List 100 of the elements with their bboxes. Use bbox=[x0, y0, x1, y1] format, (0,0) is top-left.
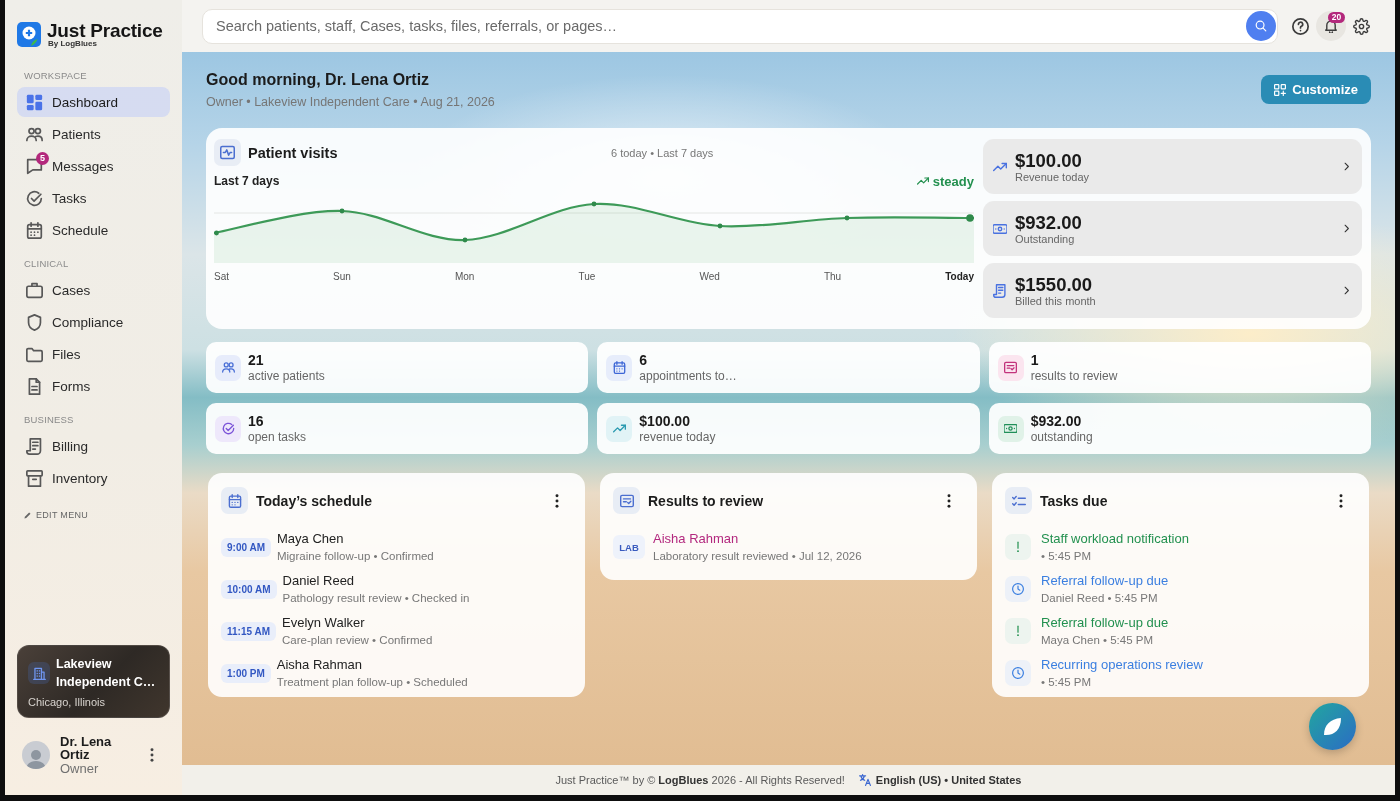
metric-card[interactable]: $100.00 Revenue today bbox=[983, 139, 1362, 194]
appointment-detail: Care-plan review • Confirmed bbox=[282, 633, 433, 647]
more-icon[interactable] bbox=[555, 493, 559, 508]
metric-card[interactable]: $1550.00 Billed this month bbox=[983, 263, 1362, 318]
customize-button[interactable]: Customize bbox=[1261, 75, 1371, 104]
section-label: WORKSPACE bbox=[23, 70, 87, 82]
brand-byline: By LogBlues bbox=[48, 39, 97, 48]
clinic-card[interactable]: Lakeview Independent C… Chicago, Illinois bbox=[17, 645, 170, 718]
time-tag: 10:00 AM bbox=[221, 579, 277, 599]
chevron-right-icon bbox=[1344, 286, 1350, 295]
user-role: Owner bbox=[60, 761, 99, 776]
sidebar-item[interactable]: Forms bbox=[17, 371, 170, 401]
logo-icon bbox=[17, 22, 41, 47]
brand-name: Just Practice bbox=[47, 22, 163, 39]
data-point bbox=[591, 201, 597, 207]
pencil-icon bbox=[24, 511, 31, 519]
metric-label: Revenue today bbox=[1015, 170, 1089, 184]
time-tag: 11:15 AM bbox=[221, 621, 276, 641]
briefcase-icon bbox=[26, 281, 43, 299]
sidebar-item[interactable]: 5 Messages bbox=[17, 151, 170, 181]
metric-label: Billed this month bbox=[1015, 294, 1096, 308]
language-button[interactable]: English (US) • United States bbox=[858, 774, 1022, 786]
chevron-right-icon bbox=[1344, 224, 1350, 233]
metric-amount: $1550.00 bbox=[1015, 273, 1093, 295]
stat-value: 6 bbox=[639, 351, 648, 368]
bell-icon bbox=[1324, 19, 1338, 33]
time-tag: 1:00 PM bbox=[221, 663, 271, 683]
trend-up-icon bbox=[606, 415, 633, 442]
sidebar-item[interactable]: Billing bbox=[17, 431, 170, 461]
sidebar-item[interactable]: Files bbox=[17, 339, 170, 369]
archive-box-icon bbox=[26, 469, 43, 487]
search-field[interactable]: Search patients, staff, Cases, tasks, files, referrals, or pages… bbox=[202, 8, 1278, 44]
sidebar-item[interactable]: Dashboard bbox=[17, 87, 170, 117]
check-circle-icon bbox=[26, 189, 43, 207]
help-icon[interactable] bbox=[1292, 17, 1309, 35]
task-detail: Daniel Reed • 5:45 PM bbox=[1041, 591, 1158, 605]
exclamation-icon bbox=[1005, 618, 1031, 644]
greeting-subtitle: Owner • Lakeview Independent Care • Aug 21, 2026 bbox=[206, 95, 495, 109]
stat-label: open tasks bbox=[248, 429, 307, 445]
patient-name: Daniel Reed bbox=[282, 573, 355, 589]
data-point bbox=[844, 215, 850, 221]
copyright-text: Just Practice™ by © LogBlues 2026 - All Rights Reserved! bbox=[555, 774, 845, 786]
sidebar-item[interactable]: Patients bbox=[17, 119, 170, 149]
clinic-location: Chicago, Illinois bbox=[28, 696, 107, 709]
data-point bbox=[717, 223, 723, 229]
card-title: Today’s schedule bbox=[256, 492, 373, 509]
greeting-heading: Good morning, Dr. Lena Ortiz bbox=[206, 70, 430, 90]
edit-menu-button[interactable]: EDIT MENU bbox=[24, 509, 89, 521]
patient-name: Evelyn Walker bbox=[282, 615, 365, 631]
sidebar-item[interactable]: Cases bbox=[17, 275, 170, 305]
more-icon[interactable] bbox=[1339, 493, 1343, 508]
sidebar-item[interactable]: Compliance bbox=[17, 307, 170, 337]
calendar-icon bbox=[26, 221, 43, 239]
data-point bbox=[966, 214, 974, 222]
stat-value: 1 bbox=[1030, 351, 1039, 368]
sidebar-item[interactable]: Tasks bbox=[17, 183, 170, 213]
patient-name: Aisha Rahman bbox=[276, 657, 363, 673]
more-icon[interactable] bbox=[150, 748, 154, 762]
metric-amount: $100.00 bbox=[1015, 149, 1082, 171]
trend-label: steady bbox=[932, 173, 974, 189]
task-title[interactable]: Recurring operations review bbox=[1041, 657, 1203, 673]
report-icon bbox=[613, 487, 640, 514]
chat-bubble-icon bbox=[26, 157, 43, 175]
patient-name[interactable]: Aisha Rahman bbox=[653, 531, 739, 547]
stat-label: appointments to… bbox=[639, 368, 737, 384]
leaf-button[interactable] bbox=[1309, 703, 1356, 750]
calendar-icon bbox=[606, 354, 633, 381]
metric-card[interactable]: $932.00 Outstanding bbox=[983, 201, 1362, 256]
patient-name: Maya Chen bbox=[277, 531, 344, 547]
task-title[interactable]: Staff workload notification bbox=[1041, 531, 1189, 547]
section-label: BUSINESS bbox=[23, 414, 74, 426]
notifications-button[interactable]: 20 bbox=[1316, 11, 1346, 41]
folder-icon bbox=[26, 345, 43, 363]
more-icon[interactable] bbox=[947, 493, 951, 508]
task-title[interactable]: Referral follow-up due bbox=[1041, 615, 1169, 631]
section-label: CLINICAL bbox=[23, 258, 69, 270]
search-icon bbox=[1255, 20, 1267, 32]
visits-summary: 6 today • Last 7 days bbox=[611, 146, 714, 159]
axis-label: Today bbox=[945, 271, 974, 283]
axis-label: Sun bbox=[333, 271, 351, 283]
notification-badge: 20 bbox=[1328, 12, 1345, 23]
trend-up-icon bbox=[916, 175, 929, 187]
task-title[interactable]: Referral follow-up due bbox=[1041, 573, 1169, 589]
axis-label: Tue bbox=[578, 271, 596, 283]
shield-icon bbox=[26, 313, 43, 331]
leaf-icon bbox=[1323, 717, 1342, 736]
settings-icon[interactable] bbox=[1353, 17, 1370, 35]
exclamation-icon bbox=[1005, 534, 1031, 560]
sidebar-item[interactable]: Schedule bbox=[17, 215, 170, 245]
stat-value: $100.00 bbox=[639, 412, 690, 429]
card-title: Results to review bbox=[648, 492, 765, 509]
range-label: Last 7 days bbox=[214, 174, 280, 188]
receipt-icon bbox=[993, 283, 1007, 298]
task-detail: Maya Chen • 5:45 PM bbox=[1041, 633, 1154, 647]
metric-amount: $932.00 bbox=[1015, 211, 1082, 233]
building-icon bbox=[28, 662, 50, 684]
tiles-icon bbox=[26, 93, 43, 111]
people-icon bbox=[26, 125, 43, 143]
clock-icon bbox=[1005, 576, 1031, 602]
sidebar-item[interactable]: Inventory bbox=[17, 463, 170, 493]
